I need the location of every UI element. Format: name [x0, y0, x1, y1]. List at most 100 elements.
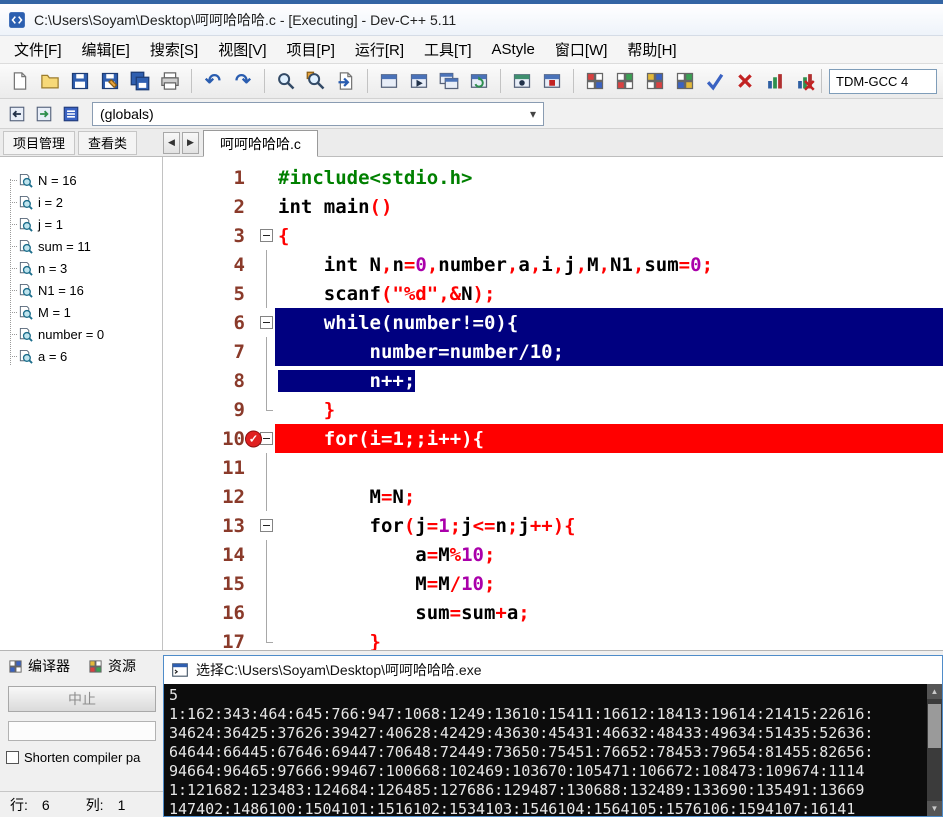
fold-margin[interactable]: [257, 163, 275, 192]
debug-button[interactable]: [508, 67, 536, 95]
editor-line[interactable]: 5 scanf("%d",&N);: [163, 279, 943, 308]
editor-gutter[interactable]: 7: [163, 337, 275, 366]
menu-item-3[interactable]: 视图[V]: [208, 36, 276, 63]
menu-item-5[interactable]: 运行[R]: [345, 36, 414, 63]
editor-gutter[interactable]: 13: [163, 511, 275, 540]
editor-gutter[interactable]: 15: [163, 569, 275, 598]
fold-margin[interactable]: [257, 308, 275, 337]
fold-margin[interactable]: [257, 511, 275, 540]
compile-button[interactable]: [375, 67, 403, 95]
fold-collapse-icon[interactable]: [259, 316, 273, 329]
editor-gutter[interactable]: 17: [163, 627, 275, 650]
editor-gutter[interactable]: 16: [163, 598, 275, 627]
editor-gutter[interactable]: 3: [163, 221, 275, 250]
watch-item[interactable]: n = 3: [0, 257, 162, 279]
window-layout-button[interactable]: [671, 67, 699, 95]
fold-margin[interactable]: [257, 540, 275, 569]
code-cell[interactable]: int N,n=0,number,a,i,j,M,N1,sum=0;: [275, 250, 943, 279]
editor-line[interactable]: 11: [163, 453, 943, 482]
scrollbar-thumb[interactable]: [928, 704, 941, 748]
panel-tab-project-manager[interactable]: 项目管理: [3, 130, 76, 155]
watch-item[interactable]: j = 1: [0, 213, 162, 235]
fold-margin[interactable]: [257, 366, 275, 395]
fold-margin[interactable]: [257, 192, 275, 221]
watch-item[interactable]: number = 0: [0, 323, 162, 345]
project-options-button[interactable]: [641, 67, 669, 95]
globals-combobox[interactable]: (globals) ▾: [92, 101, 544, 126]
code-cell[interactable]: #include<stdio.h>: [275, 163, 943, 192]
new-project-button[interactable]: [581, 67, 609, 95]
fold-margin[interactable]: [257, 250, 275, 279]
editor-line[interactable]: 3{: [163, 221, 943, 250]
goto-forward-button[interactable]: [32, 102, 56, 126]
editor-line[interactable]: 14 a=M%10;: [163, 540, 943, 569]
fold-margin[interactable]: [257, 569, 275, 598]
watch-item[interactable]: N1 = 16: [0, 279, 162, 301]
menu-item-1[interactable]: 编辑[E]: [72, 36, 140, 63]
editor-line[interactable]: 7 number=number/10;: [163, 337, 943, 366]
scrollbar-track[interactable]: [927, 699, 942, 801]
editor-gutter[interactable]: 12: [163, 482, 275, 511]
editor-line[interactable]: 12 M=N;: [163, 482, 943, 511]
code-cell[interactable]: scanf("%d",&N);: [275, 279, 943, 308]
save-button[interactable]: [66, 67, 94, 95]
code-cell[interactable]: M=N;: [275, 482, 943, 511]
editor-gutter[interactable]: 4: [163, 250, 275, 279]
rebuild-all-button[interactable]: [465, 67, 493, 95]
console-title-bar[interactable]: 选择C:\Users\Soyam\Desktop\呵呵哈哈哈.exe: [164, 656, 942, 684]
shorten-paths-option[interactable]: Shorten compiler pa: [6, 750, 164, 765]
menu-item-6[interactable]: 工具[T]: [414, 36, 482, 63]
stop-execution-button[interactable]: [538, 67, 566, 95]
watch-item[interactable]: i = 2: [0, 191, 162, 213]
menu-item-0[interactable]: 文件[F]: [4, 36, 72, 63]
editor-line[interactable]: 4 int N,n=0,number,a,i,j,M,N1,sum=0;: [163, 250, 943, 279]
console-scrollbar[interactable]: ▲ ▼: [927, 684, 942, 816]
tab-scroll-left-button[interactable]: ◀: [163, 131, 180, 154]
panel-tab-class-viewer[interactable]: 查看类: [78, 130, 138, 155]
editor-line[interactable]: 10 ✓ for(i=1;;i++){: [163, 424, 943, 453]
menu-item-4[interactable]: 项目[P]: [277, 36, 345, 63]
code-cell[interactable]: }: [275, 627, 943, 651]
save-all-button[interactable]: [126, 67, 154, 95]
editor-line[interactable]: 6 while(number!=0){: [163, 308, 943, 337]
abort-button[interactable]: 中止: [8, 686, 156, 712]
code-cell[interactable]: int main(): [275, 192, 943, 221]
goto-back-button[interactable]: [5, 102, 29, 126]
bottom-tab-compiler-tab[interactable]: 编译器: [8, 656, 70, 676]
console-output[interactable]: 5 1:162:343:464:645:766:947:1068:1249:136…: [164, 684, 942, 816]
editor-line[interactable]: 1 #include<stdio.h>: [163, 163, 943, 192]
editor-gutter[interactable]: 8: [163, 366, 275, 395]
print-button[interactable]: [156, 67, 184, 95]
new-file-button[interactable]: [6, 67, 34, 95]
fold-margin[interactable]: [257, 221, 275, 250]
editor-gutter[interactable]: 14: [163, 540, 275, 569]
title-bar[interactable]: C:\Users\Soyam\Desktop\呵呵哈哈哈.c - [Execut…: [0, 4, 943, 36]
menu-item-2[interactable]: 搜索[S]: [140, 36, 208, 63]
menu-item-7[interactable]: AStyle: [482, 38, 545, 61]
fold-margin[interactable]: [257, 482, 275, 511]
delete-profiling-button[interactable]: [791, 67, 819, 95]
editor-line[interactable]: 15 M=M/10;: [163, 569, 943, 598]
goto-line-button[interactable]: [332, 67, 360, 95]
tab-scroll-right-button[interactable]: ▶: [182, 131, 199, 154]
editor-gutter[interactable]: 9: [163, 395, 275, 424]
fold-margin[interactable]: [257, 453, 275, 482]
class-browser-button[interactable]: [59, 102, 83, 126]
compile-run-button[interactable]: [435, 67, 463, 95]
shorten-paths-checkbox[interactable]: [6, 751, 19, 764]
code-cell[interactable]: while(number!=0){: [275, 308, 943, 337]
watch-item[interactable]: M = 1: [0, 301, 162, 323]
console-window[interactable]: 选择C:\Users\Soyam\Desktop\呵呵哈哈哈.exe 5 1:16…: [163, 655, 943, 817]
watch-item[interactable]: sum = 11: [0, 235, 162, 257]
editor-line[interactable]: 2 int main(): [163, 192, 943, 221]
editor-gutter[interactable]: 11: [163, 453, 275, 482]
code-cell[interactable]: a=M%10;: [275, 540, 943, 569]
editor-line[interactable]: 9 }: [163, 395, 943, 424]
redo-button[interactable]: ↷: [229, 67, 257, 95]
code-cell[interactable]: for(j=1;j<=n;j++){: [275, 511, 943, 540]
editor-gutter[interactable]: 1: [163, 163, 275, 192]
breakpoint-icon[interactable]: ✓: [245, 430, 262, 447]
scroll-up-icon[interactable]: ▲: [927, 684, 942, 699]
check-syntax-button[interactable]: [701, 67, 729, 95]
code-cell[interactable]: n++;: [275, 366, 943, 395]
